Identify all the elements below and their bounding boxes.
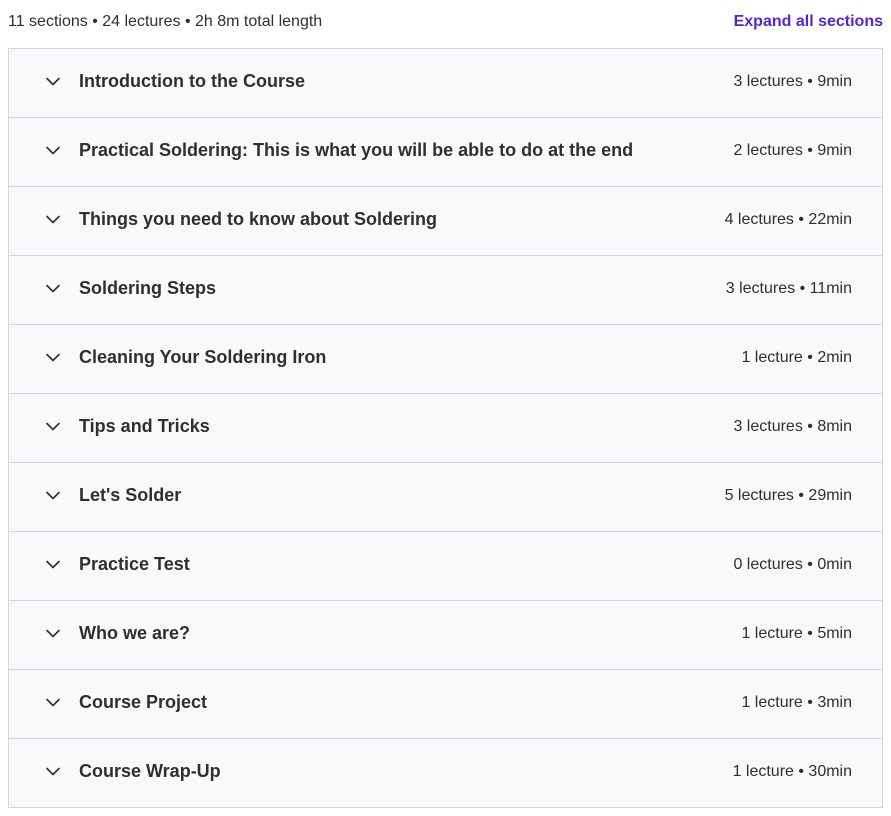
chevron-down-icon xyxy=(45,625,61,641)
section-title: Practical Soldering: This is what you wi… xyxy=(79,140,634,160)
section-meta: 3 lectures • 8min xyxy=(733,418,852,435)
section-title: Things you need to know about Soldering xyxy=(79,209,437,229)
section-meta: 1 lecture • 3min xyxy=(741,694,852,711)
section-row-4[interactable]: Soldering Steps 3 lectures • 11min xyxy=(9,256,882,325)
section-meta: 3 lectures • 9min xyxy=(733,73,852,90)
chevron-down-icon xyxy=(45,142,61,158)
section-meta: 5 lectures • 29min xyxy=(724,487,852,504)
section-row-5[interactable]: Cleaning Your Soldering Iron 1 lecture •… xyxy=(9,325,882,394)
chevron-down-icon xyxy=(45,694,61,710)
section-title: Course Wrap-Up xyxy=(79,761,221,781)
chevron-down-icon xyxy=(45,73,61,89)
chevron-down-icon xyxy=(45,763,61,779)
curriculum-section-list: Introduction to the Course 3 lectures • … xyxy=(8,48,883,808)
expand-all-sections-button[interactable]: Expand all sections xyxy=(734,13,883,31)
section-meta: 4 lectures • 22min xyxy=(724,211,852,228)
chevron-down-icon xyxy=(45,487,61,503)
section-title: Introduction to the Course xyxy=(79,71,305,91)
section-meta: 1 lecture • 30min xyxy=(732,763,852,780)
chevron-down-icon xyxy=(45,556,61,572)
chevron-down-icon xyxy=(45,280,61,296)
section-title: Let's Solder xyxy=(79,485,182,505)
section-row-6[interactable]: Tips and Tricks 3 lectures • 8min xyxy=(9,394,882,463)
section-meta: 1 lecture • 5min xyxy=(741,625,852,642)
section-row-7[interactable]: Let's Solder 5 lectures • 29min xyxy=(9,463,882,532)
section-row-1[interactable]: Introduction to the Course 3 lectures • … xyxy=(9,49,882,118)
section-meta: 2 lectures • 9min xyxy=(733,142,852,159)
curriculum-summary: 11 sections • 24 lectures • 2h 8m total … xyxy=(8,13,323,30)
section-meta: 0 lectures • 0min xyxy=(733,556,852,573)
curriculum-summary-bar: 11 sections • 24 lectures • 2h 8m total … xyxy=(8,0,883,46)
section-title: Tips and Tricks xyxy=(79,416,210,436)
section-title: Cleaning Your Soldering Iron xyxy=(79,347,327,367)
section-meta: 3 lectures • 11min xyxy=(725,280,852,297)
section-title: Soldering Steps xyxy=(79,278,217,298)
section-row-3[interactable]: Things you need to know about Soldering … xyxy=(9,187,882,256)
section-title: Who we are? xyxy=(79,623,191,643)
chevron-down-icon xyxy=(45,418,61,434)
section-title: Practice Test xyxy=(79,554,190,574)
section-row-2[interactable]: Practical Soldering: This is what you wi… xyxy=(9,118,882,187)
section-title: Course Project xyxy=(79,692,208,712)
chevron-down-icon xyxy=(45,349,61,365)
chevron-down-icon xyxy=(45,211,61,227)
section-row-9[interactable]: Who we are? 1 lecture • 5min xyxy=(9,601,882,670)
section-row-10[interactable]: Course Project 1 lecture • 3min xyxy=(9,670,882,739)
section-meta: 1 lecture • 2min xyxy=(741,349,852,366)
section-row-8[interactable]: Practice Test 0 lectures • 0min xyxy=(9,532,882,601)
section-row-11[interactable]: Course Wrap-Up 1 lecture • 30min xyxy=(9,739,882,808)
